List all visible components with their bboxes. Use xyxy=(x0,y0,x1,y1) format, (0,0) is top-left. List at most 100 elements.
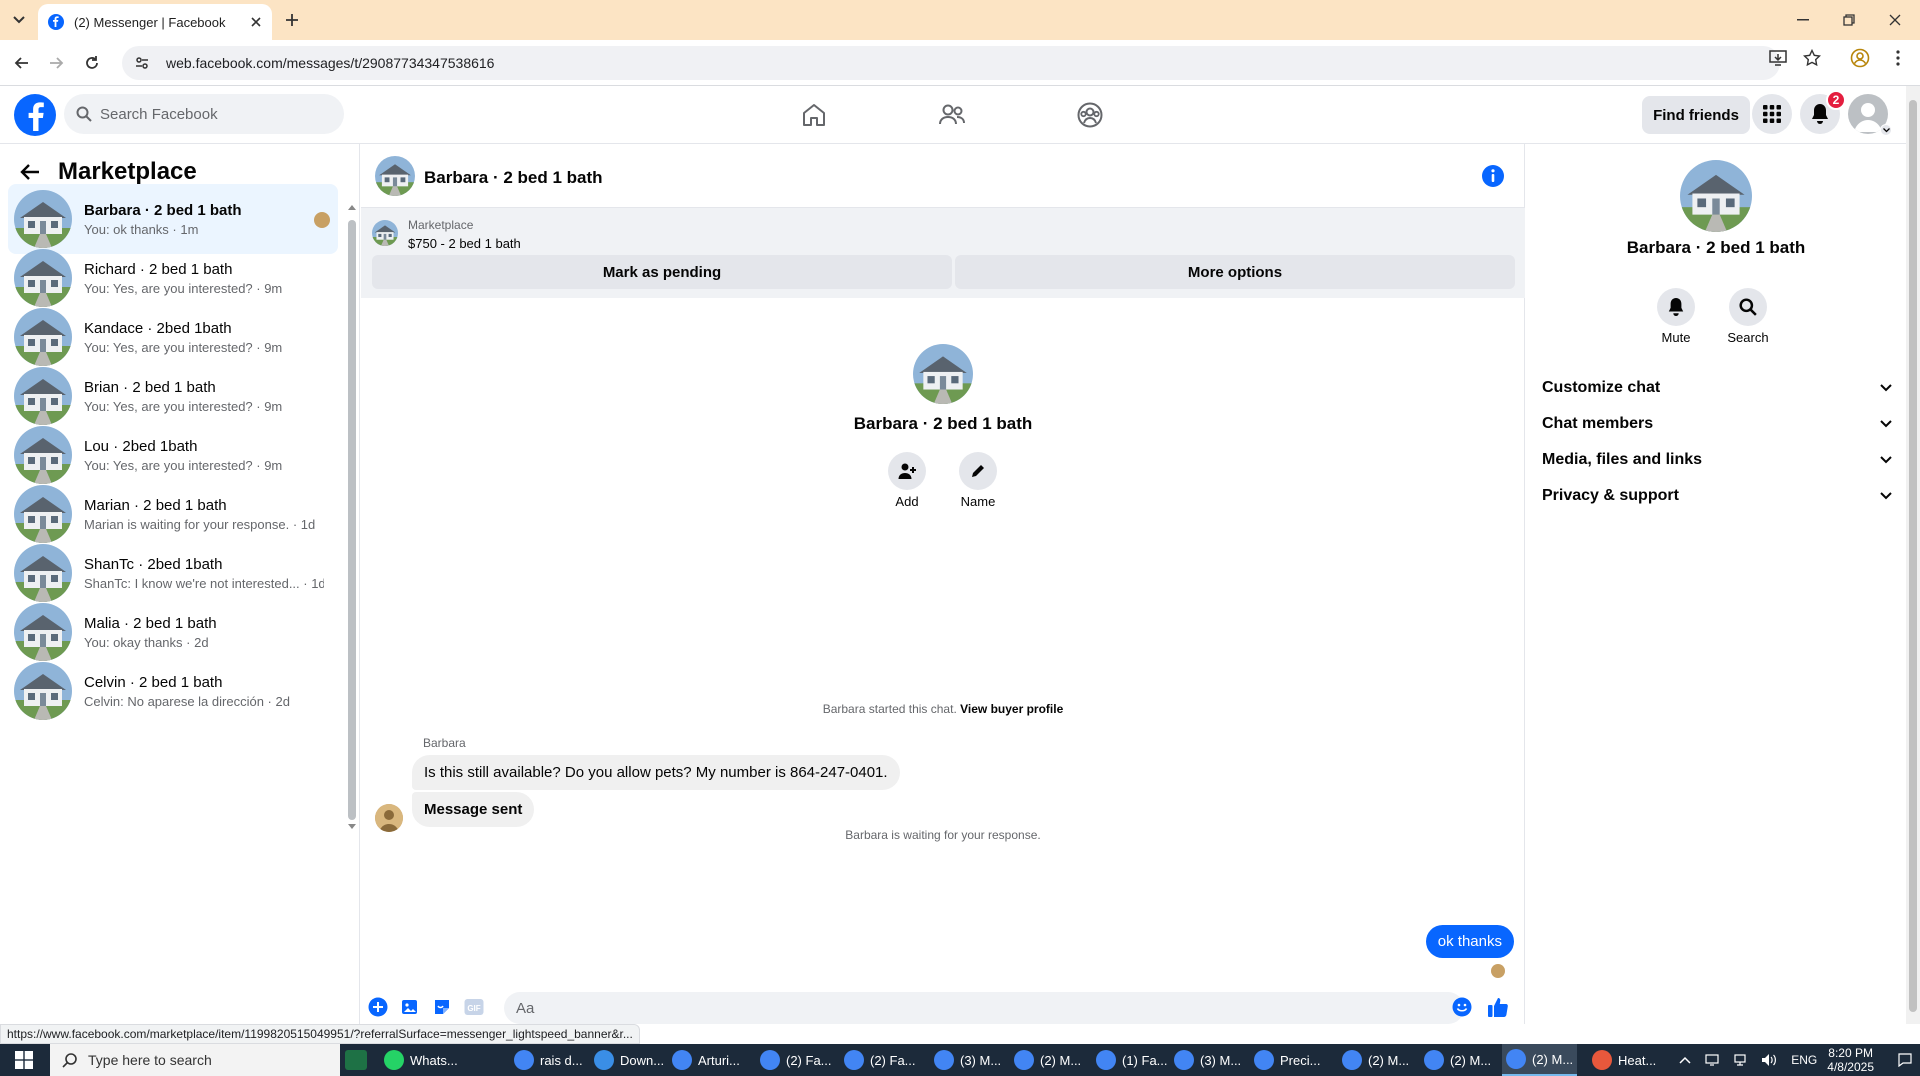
taskbar-app[interactable]: rais d... xyxy=(510,1044,587,1076)
taskbar-app[interactable]: Whats... xyxy=(380,1044,462,1076)
minimize-window-icon[interactable] xyxy=(1780,6,1826,34)
taskbar-app[interactable]: Heat... xyxy=(1588,1044,1660,1076)
chat-title[interactable]: Barbara · 2 bed 1 bath xyxy=(424,168,603,188)
notification-center-icon[interactable] xyxy=(1898,1053,1912,1067)
nav-friends-icon[interactable] xyxy=(896,90,1008,140)
listing-price[interactable]: $750 - 2 bed 1 bath xyxy=(408,236,521,251)
incoming-message[interactable]: Message sent xyxy=(412,792,535,827)
mark-as-pending-button[interactable]: Mark as pending xyxy=(372,255,952,289)
forward-arrow-icon[interactable] xyxy=(42,49,70,77)
back-arrow-icon[interactable] xyxy=(8,49,36,77)
page-scroll-thumb[interactable] xyxy=(1909,100,1917,1012)
nav-home-icon[interactable] xyxy=(758,90,870,140)
facebook-logo-icon[interactable] xyxy=(14,94,56,136)
taskbar-app[interactable]: (2) M... xyxy=(1502,1044,1578,1076)
facebook-search-box[interactable] xyxy=(64,94,344,134)
taskbar-search-box[interactable]: Type here to search xyxy=(50,1044,340,1076)
taskbar-app[interactable]: Preci... xyxy=(1250,1044,1324,1076)
tray-chevron-icon[interactable] xyxy=(1679,1056,1691,1064)
search-chat-icon[interactable] xyxy=(1729,288,1767,326)
tray-volume-icon[interactable] xyxy=(1761,1053,1777,1067)
new-tab-plus-icon[interactable] xyxy=(280,8,304,32)
emoji-icon[interactable] xyxy=(1451,996,1473,1018)
bookmark-star-icon[interactable] xyxy=(1802,48,1822,68)
page-scrollbar[interactable] xyxy=(1906,86,1920,1024)
account-chevron-icon[interactable] xyxy=(1880,124,1892,136)
close-tab-icon[interactable] xyxy=(250,16,262,28)
taskbar-app-label: rais d... xyxy=(540,1052,583,1068)
taskbar-app-label: (2) Fa... xyxy=(786,1052,832,1068)
taskbar-app[interactable]: Down... xyxy=(590,1044,668,1076)
browser-tab-messenger[interactable]: (2) Messenger | Facebook xyxy=(38,4,272,40)
conversation-text: Brian · 2 bed 1 bath You: Yes, are you in… xyxy=(84,379,324,414)
more-options-button[interactable]: More options xyxy=(955,255,1515,289)
tray-display-icon[interactable] xyxy=(1705,1054,1719,1066)
taskbar-app[interactable]: (2) Fa... xyxy=(840,1044,920,1076)
taskbar-app-label: Down... xyxy=(620,1052,665,1068)
chat-panel: Barbara · 2 bed 1 bath Marketplace $750 … xyxy=(361,144,1525,1024)
taskbar-app[interactable]: Arturi... xyxy=(668,1044,744,1076)
message-input[interactable] xyxy=(504,992,1464,1024)
plus-circle-icon[interactable] xyxy=(367,996,389,1018)
excel-app-icon[interactable] xyxy=(345,1050,367,1070)
view-buyer-profile-link[interactable]: View buyer profile xyxy=(960,702,1063,716)
browser-menu-icon[interactable] xyxy=(1888,48,1908,68)
nav-groups-icon[interactable] xyxy=(1034,90,1146,140)
search-icon xyxy=(76,106,92,122)
chat-avatar[interactable] xyxy=(375,156,415,196)
status-bar-url: https://www.facebook.com/marketplace/ite… xyxy=(0,1024,640,1044)
tray-network-icon[interactable] xyxy=(1733,1054,1747,1066)
taskbar-app[interactable]: (3) M... xyxy=(1170,1044,1245,1076)
conversation-avatar xyxy=(14,308,72,366)
back-arrow-icon[interactable] xyxy=(20,163,40,181)
facebook-search-input[interactable] xyxy=(100,105,320,123)
taskbar-app[interactable]: (3) M... xyxy=(930,1044,1005,1076)
thumbs-up-icon[interactable] xyxy=(1487,996,1509,1018)
panel-section-row[interactable]: Chat members xyxy=(1542,406,1892,442)
taskbar-app-label: Heat... xyxy=(1618,1052,1657,1068)
tray-language[interactable]: ENG xyxy=(1791,1053,1817,1067)
incoming-message[interactable]: Is this still available? Do you allow pe… xyxy=(412,755,900,790)
sidebar-scrollbar[interactable] xyxy=(348,204,356,830)
taskbar-app[interactable]: (2) Fa... xyxy=(756,1044,836,1076)
app-icon xyxy=(1096,1050,1116,1070)
close-window-icon[interactable] xyxy=(1872,6,1918,34)
conversation-item[interactable]: Celvin · 2 bed 1 bath Celvin: No aparese … xyxy=(8,656,338,726)
restore-window-icon[interactable] xyxy=(1826,6,1872,34)
app-icon xyxy=(1506,1049,1526,1069)
find-friends-button[interactable]: Find friends xyxy=(1642,96,1750,134)
sidebar-scroll-thumb[interactable] xyxy=(348,220,356,820)
conversation-name: Celvin · 2 bed 1 bath xyxy=(84,673,223,691)
taskbar-clock[interactable]: 8:20 PM 4/8/2025 xyxy=(1827,1046,1874,1074)
tab-search-chevron-icon[interactable] xyxy=(6,9,32,31)
taskbar-app[interactable]: (2) M... xyxy=(1338,1044,1413,1076)
windows-start-icon[interactable] xyxy=(0,1044,48,1076)
profile-icon[interactable] xyxy=(1850,48,1870,68)
gif-icon[interactable]: GIF xyxy=(463,996,485,1018)
edit-pencil-icon[interactable] xyxy=(959,452,997,490)
info-icon[interactable] xyxy=(1481,164,1505,188)
add-person-icon[interactable] xyxy=(888,452,926,490)
install-app-icon[interactable] xyxy=(1768,48,1788,68)
site-info-icon[interactable] xyxy=(134,55,150,71)
mute-label: Mute xyxy=(1661,330,1691,345)
address-bar[interactable]: web.facebook.com/messages/t/290877343475… xyxy=(122,46,1780,80)
app-icon xyxy=(672,1050,692,1070)
taskbar-app[interactable]: (2) M... xyxy=(1420,1044,1495,1076)
taskbar-app[interactable]: (2) M... xyxy=(1010,1044,1085,1076)
conversation-preview: You: Yes, are you interested? · 9m xyxy=(84,457,283,473)
conversation-name: Richard · 2 bed 1 bath xyxy=(84,260,233,278)
panel-section-row[interactable]: Customize chat xyxy=(1542,370,1892,406)
outgoing-message[interactable]: ok thanks xyxy=(1425,925,1514,958)
mute-bell-icon[interactable] xyxy=(1657,288,1695,326)
photo-icon[interactable] xyxy=(399,996,421,1018)
taskbar-app[interactable]: (1) Fa... xyxy=(1092,1044,1172,1076)
reload-icon[interactable] xyxy=(78,49,106,77)
chevron-down-icon xyxy=(1880,456,1892,464)
sticker-icon[interactable] xyxy=(431,996,453,1018)
taskbar-search-placeholder: Type here to search xyxy=(88,1052,212,1068)
panel-section-row[interactable]: Media, files and links xyxy=(1542,442,1892,478)
panel-section-row[interactable]: Privacy & support xyxy=(1542,478,1892,514)
menu-grid-icon[interactable] xyxy=(1752,94,1792,134)
listing-thumbnail[interactable] xyxy=(372,220,398,246)
